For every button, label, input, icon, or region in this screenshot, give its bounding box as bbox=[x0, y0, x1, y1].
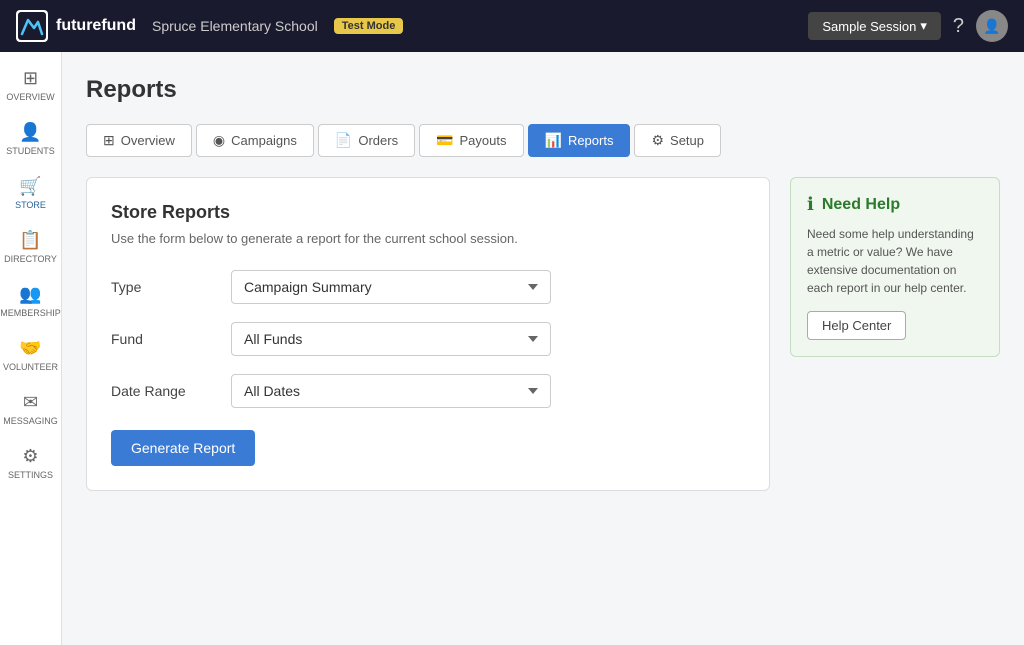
tab-reports-icon: 📊 bbox=[545, 132, 562, 149]
topbar: futurefund Spruce Elementary School Test… bbox=[0, 0, 1024, 52]
date-range-label: Date Range bbox=[111, 383, 231, 399]
sidebar-item-label: STUDENTS bbox=[6, 146, 55, 156]
sidebar-item-membership[interactable]: 👥 MEMBERSHIP bbox=[0, 276, 61, 326]
overview-icon: ⊞ bbox=[23, 68, 38, 89]
students-icon: 👤 bbox=[19, 122, 41, 143]
sidebar-item-label: SETTINGS bbox=[8, 470, 53, 480]
logo-text: futurefund bbox=[56, 17, 136, 35]
membership-icon: 👥 bbox=[19, 284, 41, 305]
messaging-icon: ✉ bbox=[23, 392, 38, 413]
page-title: Reports bbox=[86, 76, 1000, 104]
sidebar: ⊞ OVERVIEW 👤 STUDENTS 🛒 STORE 📋 DIRECTOR… bbox=[0, 52, 62, 645]
date-range-select[interactable]: All Dates Last 30 Days Last 90 Days Cust… bbox=[231, 374, 551, 408]
tab-orders[interactable]: 📄 Orders bbox=[318, 124, 415, 157]
sidebar-item-label: OVERVIEW bbox=[6, 92, 54, 102]
tab-setup-label: Setup bbox=[670, 133, 704, 148]
directory-icon: 📋 bbox=[19, 230, 41, 251]
sidebar-item-settings[interactable]: ⚙ SETTINGS bbox=[0, 438, 61, 488]
test-mode-badge: Test Mode bbox=[334, 18, 404, 34]
sidebar-item-volunteer[interactable]: 🤝 VOLUNTEER bbox=[0, 330, 61, 380]
store-icon: 🛒 bbox=[19, 176, 41, 197]
help-card: ℹ Need Help Need some help understanding… bbox=[790, 177, 1000, 357]
tab-payouts-icon: 💳 bbox=[436, 132, 453, 149]
tab-orders-label: Orders bbox=[358, 133, 398, 148]
sidebar-item-label: MESSAGING bbox=[3, 416, 58, 426]
date-range-form-row: Date Range All Dates Last 30 Days Last 9… bbox=[111, 374, 745, 408]
tab-overview[interactable]: ⊞ Overview bbox=[86, 124, 192, 157]
avatar-icon: 👤 bbox=[983, 18, 1000, 35]
sidebar-item-messaging[interactable]: ✉ MESSAGING bbox=[0, 384, 61, 434]
sidebar-item-label: STORE bbox=[15, 200, 46, 210]
fund-select[interactable]: All Funds General Fund Specific Fund bbox=[231, 322, 551, 356]
session-caret-icon: ▾ bbox=[920, 18, 927, 34]
store-reports-title: Store Reports bbox=[111, 202, 745, 223]
sidebar-item-directory[interactable]: 📋 DIRECTORY bbox=[0, 222, 61, 272]
tab-overview-label: Overview bbox=[121, 133, 175, 148]
tab-reports-label: Reports bbox=[568, 133, 614, 148]
type-label: Type bbox=[111, 279, 231, 295]
content-area: Reports ⊞ Overview ◉ Campaigns 📄 Orders … bbox=[62, 52, 1024, 645]
info-icon: ℹ bbox=[807, 194, 814, 215]
help-center-button[interactable]: Help Center bbox=[807, 311, 906, 340]
tab-reports[interactable]: 📊 Reports bbox=[528, 124, 631, 157]
store-reports-card: Store Reports Use the form below to gene… bbox=[86, 177, 770, 491]
help-icon: ? bbox=[953, 15, 964, 37]
tab-setup[interactable]: ⚙ Setup bbox=[634, 124, 721, 157]
topbar-right: Sample Session ▾ ? 👤 bbox=[808, 10, 1008, 42]
session-button[interactable]: Sample Session ▾ bbox=[808, 12, 940, 40]
tab-bar: ⊞ Overview ◉ Campaigns 📄 Orders 💳 Payout… bbox=[86, 124, 1000, 157]
help-card-title: Need Help bbox=[822, 196, 900, 214]
tab-campaigns[interactable]: ◉ Campaigns bbox=[196, 124, 314, 157]
type-form-row: Type Campaign Summary Order Summary Payo… bbox=[111, 270, 745, 304]
main-layout: ⊞ OVERVIEW 👤 STUDENTS 🛒 STORE 📋 DIRECTOR… bbox=[0, 52, 1024, 645]
generate-report-button[interactable]: Generate Report bbox=[111, 430, 255, 466]
avatar[interactable]: 👤 bbox=[976, 10, 1008, 42]
logo: futurefund bbox=[16, 10, 136, 42]
type-select[interactable]: Campaign Summary Order Summary Payout Su… bbox=[231, 270, 551, 304]
volunteer-icon: 🤝 bbox=[19, 338, 41, 359]
settings-icon: ⚙ bbox=[22, 446, 38, 467]
content-row: Store Reports Use the form below to gene… bbox=[86, 177, 1000, 491]
tab-campaigns-label: Campaigns bbox=[231, 133, 297, 148]
topbar-left: futurefund Spruce Elementary School Test… bbox=[16, 10, 403, 42]
tab-overview-icon: ⊞ bbox=[103, 132, 115, 149]
tab-setup-icon: ⚙ bbox=[651, 132, 664, 149]
help-card-header: ℹ Need Help bbox=[807, 194, 983, 215]
tab-orders-icon: 📄 bbox=[335, 132, 352, 149]
help-button[interactable]: ? bbox=[953, 15, 964, 38]
sidebar-item-label: VOLUNTEER bbox=[3, 362, 58, 372]
store-reports-subtitle: Use the form below to generate a report … bbox=[111, 231, 745, 246]
tab-campaigns-icon: ◉ bbox=[213, 132, 225, 149]
sidebar-item-store[interactable]: 🛒 STORE bbox=[0, 168, 61, 218]
sidebar-item-label: DIRECTORY bbox=[4, 254, 57, 264]
school-name: Spruce Elementary School bbox=[152, 18, 318, 34]
sidebar-item-students[interactable]: 👤 STUDENTS bbox=[0, 114, 61, 164]
fund-form-row: Fund All Funds General Fund Specific Fun… bbox=[111, 322, 745, 356]
tab-payouts-label: Payouts bbox=[460, 133, 507, 148]
session-label: Sample Session bbox=[822, 19, 916, 34]
fund-label: Fund bbox=[111, 331, 231, 347]
sidebar-item-label: MEMBERSHIP bbox=[0, 308, 61, 318]
help-card-text: Need some help understanding a metric or… bbox=[807, 225, 983, 297]
tab-payouts[interactable]: 💳 Payouts bbox=[419, 124, 523, 157]
logo-icon bbox=[16, 10, 48, 42]
sidebar-item-overview[interactable]: ⊞ OVERVIEW bbox=[0, 60, 61, 110]
